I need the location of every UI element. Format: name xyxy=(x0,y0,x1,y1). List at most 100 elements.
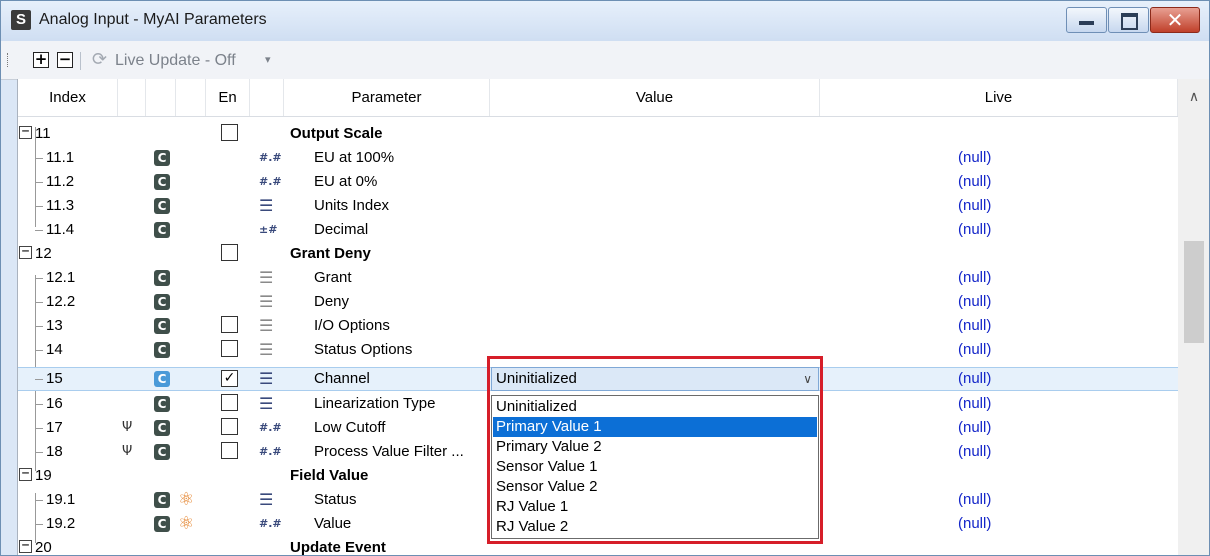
table-row[interactable]: 11.3 C ☰ Units Index (null) xyxy=(18,194,1178,218)
config-icon: C xyxy=(154,492,170,508)
row-parameter: Output Scale xyxy=(290,125,383,142)
row-parameter: Low Cutoff xyxy=(314,419,386,436)
row-index: 15 xyxy=(46,370,63,387)
column-header-parameter[interactable]: Parameter xyxy=(284,79,490,116)
column-header-blank-2[interactable] xyxy=(146,79,176,116)
row-index: 12.1 xyxy=(46,269,76,286)
column-header-blank-1[interactable] xyxy=(118,79,146,116)
table-row[interactable]: 12.2 C ☰ Deny (null) xyxy=(18,290,1178,314)
enable-checkbox[interactable] xyxy=(221,124,238,141)
column-header-value[interactable]: Value xyxy=(490,79,820,116)
table-row[interactable]: 13 C ☰ I/O Options (null) xyxy=(18,314,1178,338)
row-index: 16 xyxy=(46,395,63,412)
maximize-icon xyxy=(1121,13,1138,30)
table-row[interactable]: 11.1 C #.# EU at 100% (null) xyxy=(18,146,1178,170)
row-live-value: (null) xyxy=(958,149,992,166)
config-icon: C xyxy=(154,516,170,532)
live-update-dropdown-arrow-icon[interactable]: ▾ xyxy=(265,53,271,66)
row-index: 12 xyxy=(35,245,52,262)
enable-checkbox[interactable] xyxy=(221,442,238,459)
enable-checkbox[interactable] xyxy=(221,244,238,261)
row-parameter: Decimal xyxy=(314,221,369,238)
row-parameter: Units Index xyxy=(314,197,390,214)
list-type-icon: ☰ xyxy=(259,490,274,509)
config-icon: C xyxy=(154,222,170,238)
enable-checkbox[interactable] xyxy=(221,340,238,357)
row-live-value: (null) xyxy=(958,515,992,532)
list-type-icon: ☰ xyxy=(259,268,274,287)
config-icon: C xyxy=(154,342,170,358)
row-index: 20 xyxy=(35,539,52,555)
atom-icon: ⚛ xyxy=(178,513,195,534)
row-live-value: (null) xyxy=(958,491,992,508)
table-row[interactable]: 12.1 C ☰ Grant (null) xyxy=(18,266,1178,290)
maximize-button[interactable] xyxy=(1108,7,1149,33)
row-live-value: (null) xyxy=(958,173,992,190)
title-bar[interactable]: S Analog Input - MyAI Parameters ✕ xyxy=(1,1,1209,41)
collapse-toggle-icon[interactable]: − xyxy=(19,539,32,553)
scroll-up-icon[interactable]: ∧ xyxy=(1178,89,1209,109)
row-live-value: (null) xyxy=(958,395,992,412)
row-index: 12.2 xyxy=(46,293,76,310)
column-header-index[interactable]: Index xyxy=(18,79,118,116)
live-update-button[interactable]: Live Update - Off xyxy=(115,52,236,70)
row-live-value: (null) xyxy=(958,269,992,286)
tree-line xyxy=(35,500,43,501)
row-live-value: (null) xyxy=(958,293,992,310)
list-type-icon: ☰ xyxy=(259,316,274,335)
table-row[interactable]: 11.2 C #.# EU at 0% (null) xyxy=(18,170,1178,194)
expand-all-button[interactable]: + xyxy=(33,52,49,68)
row-parameter: Status xyxy=(314,491,357,508)
row-index: 11.3 xyxy=(46,197,75,214)
collapse-toggle-icon[interactable]: − xyxy=(19,467,32,481)
float-type-icon: #.# xyxy=(259,175,282,188)
config-icon: C xyxy=(154,396,170,412)
table-row[interactable]: − 11 Output Scale xyxy=(18,122,1178,146)
config-icon: C xyxy=(154,198,170,214)
highlight-frame xyxy=(487,356,823,544)
table-row[interactable]: − 12 Grant Deny xyxy=(18,242,1178,266)
config-icon: C xyxy=(154,420,170,436)
tree-line xyxy=(35,524,43,525)
float-type-icon: #.# xyxy=(259,445,282,458)
config-icon: C xyxy=(154,270,170,286)
close-button[interactable]: ✕ xyxy=(1150,7,1200,33)
minimize-button[interactable] xyxy=(1066,7,1107,33)
tree-line xyxy=(35,158,43,159)
vertical-scrollbar[interactable]: ∧ xyxy=(1178,79,1209,555)
column-header-type[interactable] xyxy=(250,79,284,116)
enable-checkbox[interactable] xyxy=(221,418,238,435)
collapse-toggle-icon[interactable]: − xyxy=(19,125,32,139)
column-header-en[interactable]: En xyxy=(206,79,250,116)
row-parameter: Value xyxy=(314,515,352,532)
tree-line xyxy=(35,206,43,207)
scrollbar-thumb[interactable] xyxy=(1184,241,1204,343)
list-type-icon: ☰ xyxy=(259,369,274,388)
window-title: Analog Input - MyAI Parameters xyxy=(39,11,267,28)
lock-icon: Ψ xyxy=(122,420,133,435)
column-header-live[interactable]: Live xyxy=(820,79,1178,116)
row-index: 11.2 xyxy=(46,173,75,190)
table-row[interactable]: 11.4 C ±# Decimal (null) xyxy=(18,218,1178,242)
row-live-value: (null) xyxy=(958,197,992,214)
tree-line xyxy=(35,182,43,183)
tree-line xyxy=(35,326,43,327)
list-type-icon: ☰ xyxy=(259,394,274,413)
tree-line xyxy=(35,379,43,380)
collapse-toggle-icon[interactable]: − xyxy=(19,245,32,259)
row-parameter: I/O Options xyxy=(314,317,390,334)
grid-header: Index En Parameter Value Live xyxy=(18,79,1209,117)
enable-checkbox[interactable] xyxy=(221,394,238,411)
collapse-all-button[interactable]: − xyxy=(57,52,73,68)
integer-type-icon: ±# xyxy=(259,223,278,236)
column-header-blank-3[interactable] xyxy=(176,79,206,116)
enable-checkbox[interactable]: ✓ xyxy=(221,370,238,387)
minimize-icon xyxy=(1079,21,1094,25)
row-index: 11.4 xyxy=(46,221,75,238)
list-type-icon: ☰ xyxy=(259,292,274,311)
enable-checkbox[interactable] xyxy=(221,316,238,333)
row-parameter: Field Value xyxy=(290,467,369,484)
config-icon: C xyxy=(154,371,170,387)
row-parameter: EU at 100% xyxy=(314,149,395,166)
row-index: 13 xyxy=(46,317,63,334)
